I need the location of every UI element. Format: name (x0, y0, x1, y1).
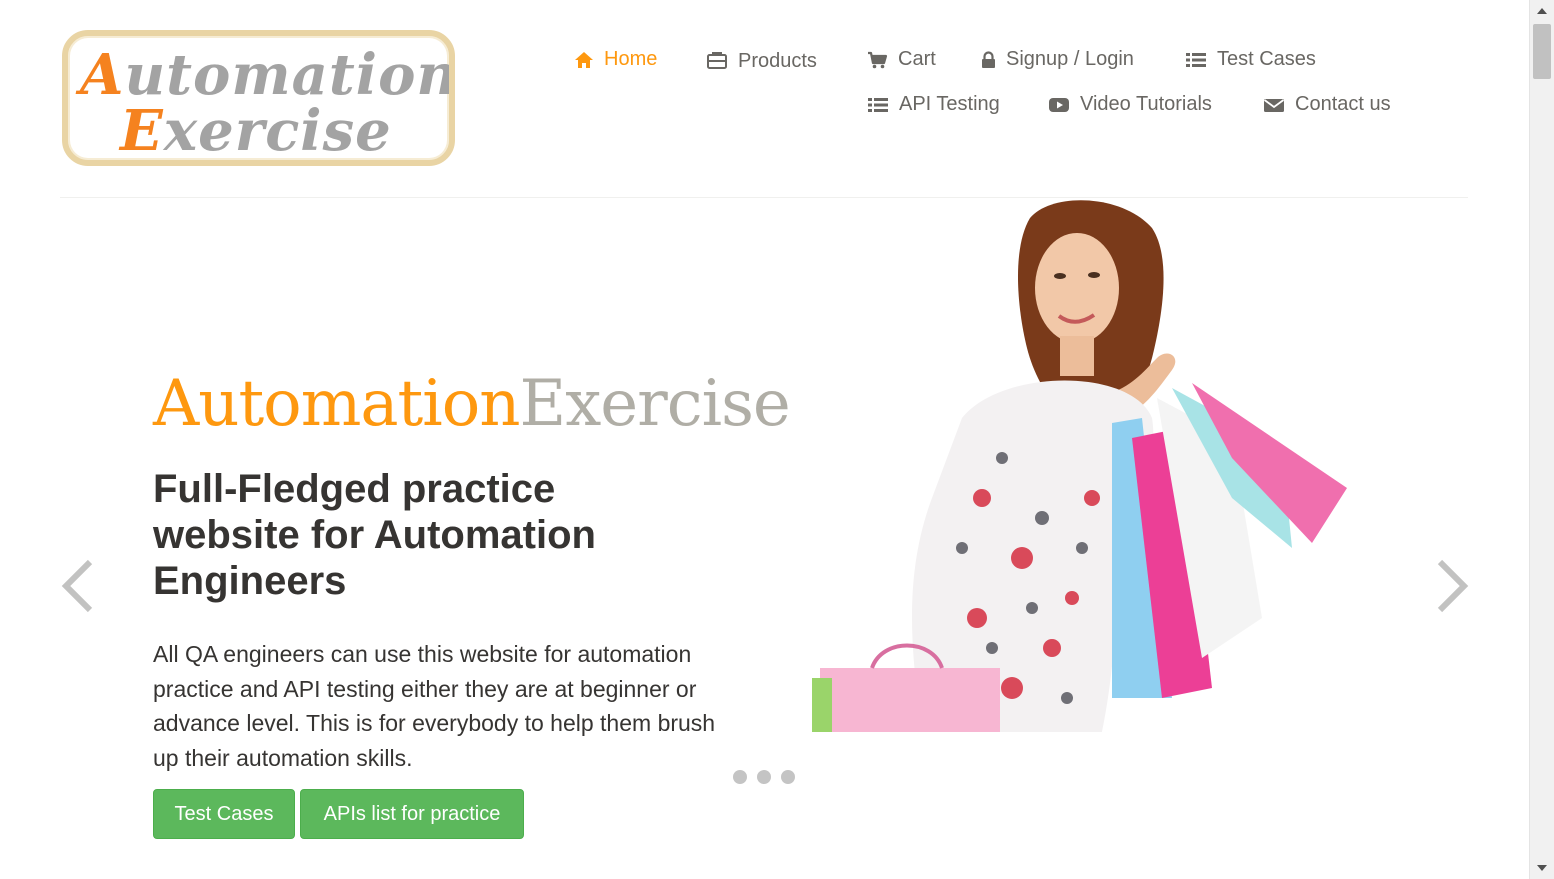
slider-brand-title: AutomationExercise (153, 372, 791, 436)
nav-products-label: Products (738, 50, 817, 72)
nav-cart-label: Cart (898, 48, 936, 70)
page: Automation Exercise Home Products Cart S… (0, 0, 1529, 879)
nav-signup-login[interactable]: Signup / Login (981, 48, 1134, 71)
carousel-dot-1[interactable] (733, 770, 747, 784)
nav-test-cases-label: Test Cases (1217, 48, 1316, 70)
nav-video-label: Video Tutorials (1080, 93, 1212, 115)
nav-test-cases[interactable]: Test Cases (1185, 48, 1316, 71)
nav-products[interactable]: Products (706, 48, 817, 72)
chevron-left-icon (61, 559, 93, 613)
scrollbar-thumb[interactable] (1533, 24, 1551, 79)
apis-list-button[interactable]: APIs list for practice (300, 789, 524, 839)
logo-line-2: Exercise (120, 98, 392, 164)
briefcase-icon (707, 51, 727, 69)
cart-icon (868, 51, 888, 68)
logo-cap-e: E (120, 98, 164, 164)
chevron-right-icon (1437, 559, 1469, 613)
nav-contact-us[interactable]: Contact us (1263, 93, 1391, 116)
carousel-indicators (733, 770, 795, 784)
nav-home-label: Home (604, 48, 658, 70)
test-cases-button[interactable]: Test Cases (153, 789, 295, 839)
carousel-dot-3[interactable] (781, 770, 795, 784)
site-logo[interactable]: Automation Exercise (62, 30, 455, 166)
brand-part-automation: Automation (153, 367, 520, 441)
brand-part-exercise: Exercise (519, 367, 790, 441)
hero-image-woman-with-shopping-bags (812, 200, 1347, 732)
slider-headline: Full-Fledged practice website for Automa… (153, 467, 596, 603)
youtube-play-icon (1049, 97, 1069, 112)
carousel-dot-2[interactable] (757, 770, 771, 784)
carousel-next-button[interactable] (1432, 558, 1472, 614)
nav-video-tutorials[interactable]: Video Tutorials (1048, 93, 1212, 116)
envelope-icon (1263, 98, 1285, 112)
nav-login-label: Signup / Login (1006, 48, 1134, 70)
nav-home[interactable]: Home (574, 48, 657, 71)
slider-description: All QA engineers can use this website fo… (153, 641, 716, 771)
logo-word-2: xercise (163, 98, 392, 164)
scroll-down-arrow-icon[interactable] (1537, 865, 1547, 871)
list-icon (1186, 52, 1206, 67)
home-icon (575, 51, 593, 68)
page-scrollbar[interactable] (1529, 0, 1554, 879)
nav-cart[interactable]: Cart (867, 48, 936, 71)
lock-icon (982, 50, 995, 68)
scroll-up-arrow-icon[interactable] (1537, 8, 1547, 14)
nav-api-testing[interactable]: API Testing (867, 93, 1000, 116)
nav-contact-label: Contact us (1295, 93, 1391, 115)
logo-cap-a: A (80, 42, 125, 108)
list-icon (868, 97, 888, 112)
nav-api-testing-label: API Testing (899, 93, 1000, 115)
carousel-prev-button[interactable] (58, 558, 98, 614)
